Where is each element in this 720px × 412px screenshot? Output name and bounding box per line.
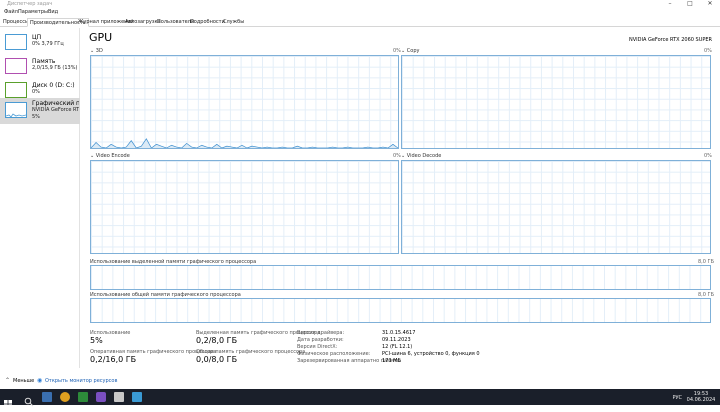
engine-pct-3d: 0% [393, 48, 401, 54]
clock-date[interactable]: 04.06.2024 [686, 397, 716, 403]
stat-value-usage: 5% [90, 336, 103, 345]
search-icon[interactable] [24, 392, 34, 407]
graph-copy [401, 55, 711, 149]
sidebar-item-name: Память [32, 58, 56, 65]
engine-label-3d: ⌄ 3D [90, 48, 103, 54]
sidebar-item-name: ЦП [32, 34, 42, 41]
sidebar-item-name: Графический проц [32, 100, 79, 107]
task-manager-window: Диспетчер задач – □ ✕ Файл Параметры Вид… [0, 0, 720, 389]
language-indicator[interactable]: РУС [672, 395, 682, 401]
app-icon[interactable] [114, 392, 124, 402]
detail-value: 12 (FL 12.1) [382, 344, 413, 350]
graph-video-decode [401, 160, 711, 254]
engine-pct-copy: 0% [704, 48, 712, 54]
graph-video-encode [90, 160, 399, 254]
app-icon[interactable] [78, 392, 88, 402]
tab-bar: Процессы Производительность Журнал прило… [0, 17, 720, 27]
detail-key: Физическое расположение: [297, 351, 371, 357]
open-resource-monitor-link[interactable]: Открыть монитор ресурсов [45, 378, 117, 384]
sidebar-item-name: Диск 0 (D: C:) [32, 82, 75, 89]
resource-monitor-icon: ◉ [37, 377, 43, 384]
taskbar: РУС 19:53 04.06.2024 [0, 389, 720, 408]
sidebar-item-sub: 0% 3,79 ГГц [32, 41, 64, 47]
memory-thumbnail [5, 58, 27, 74]
disk-thumbnail [5, 82, 27, 98]
windows-start-icon[interactable] [4, 393, 12, 408]
app-icon[interactable] [96, 392, 106, 402]
cpu-thumbnail [5, 34, 27, 50]
detail-key: Версия драйвера: [297, 330, 345, 336]
menu-options[interactable]: Параметры [18, 9, 48, 15]
detail-value: 173 МБ [382, 358, 401, 364]
graph-3d [90, 55, 399, 149]
minimize-button[interactable]: – [660, 0, 680, 8]
sidebar-item-sub: NVIDIA GeForce RTX 2060 [32, 107, 79, 113]
sidebar-item-sub: 2,0/15,9 ГБ (13%) [32, 65, 78, 71]
engine-label-video-decode: ⌄ Video Decode [401, 153, 442, 159]
menu-view[interactable]: Вид [48, 9, 58, 15]
sidebar-item-sub2: 5% [32, 114, 40, 120]
footer: ⌃ Меньше ◉ Открыть монитор ресурсов [0, 373, 720, 389]
sidebar-item-cpu[interactable]: ЦП 0% 3,79 ГГц [0, 30, 80, 54]
sidebar-item-gpu[interactable]: Графический проц NVIDIA GeForce RTX 2060… [0, 98, 80, 124]
tab-services[interactable]: Службы [221, 18, 246, 27]
menu-bar: Файл Параметры Вид [0, 8, 720, 17]
engine-pct-video-encode: 0% [393, 153, 401, 159]
menu-file[interactable]: Файл [4, 9, 18, 15]
gpu-model: NVIDIA GeForce RTX 2060 SUPER [628, 37, 712, 43]
gpu-panel: GPU NVIDIA GeForce RTX 2060 SUPER ⌄ 3D 0… [81, 28, 720, 368]
task-view-icon[interactable] [42, 392, 52, 402]
gpu-thumbnail [5, 102, 27, 118]
engine-label-video-encode: ⌄ Video Encode [90, 153, 130, 159]
sidebar-item-memory[interactable]: Память 2,0/15,9 ГБ (13%) [0, 54, 80, 78]
graph-shared-memory [90, 298, 711, 323]
detail-key: Дата разработки: [297, 337, 344, 343]
sidebar-item-sub: 0% [32, 89, 40, 95]
detail-key: Версия DirectX: [297, 344, 338, 350]
chevron-up-icon[interactable]: ⌃ [5, 377, 10, 384]
maximize-button[interactable]: □ [680, 0, 700, 8]
stat-value-gpu-memory: 0,2/16,0 ГБ [90, 355, 137, 364]
chrome-icon[interactable] [60, 392, 70, 402]
stat-value-dedicated: 0,2/8,0 ГБ [196, 336, 238, 345]
detail-value: 31.0.15.4617 [382, 330, 416, 336]
page-title: GPU [89, 31, 113, 44]
detail-value: PCI-шина 6, устройство 0, функция 0 [382, 351, 480, 357]
engine-pct-video-decode: 0% [704, 153, 712, 159]
detail-value: 09.11.2023 [382, 337, 411, 343]
window-title: Диспетчер задач [7, 1, 53, 7]
graph-3d-series [91, 138, 398, 148]
engine-label-copy: ⌄ Copy [401, 48, 420, 54]
graph-dedicated-memory [90, 265, 711, 290]
stat-value-shared: 0,0/8,0 ГБ [196, 355, 238, 364]
task-manager-icon[interactable] [132, 392, 142, 402]
graph-3d-line [91, 138, 398, 148]
close-button[interactable]: ✕ [700, 0, 720, 8]
resource-sidebar: ЦП 0% 3,79 ГГц Память 2,0/15,9 ГБ (13%) … [0, 28, 80, 368]
title-bar: Диспетчер задач – □ ✕ [0, 0, 720, 8]
less-details-button[interactable]: Меньше [13, 378, 34, 384]
